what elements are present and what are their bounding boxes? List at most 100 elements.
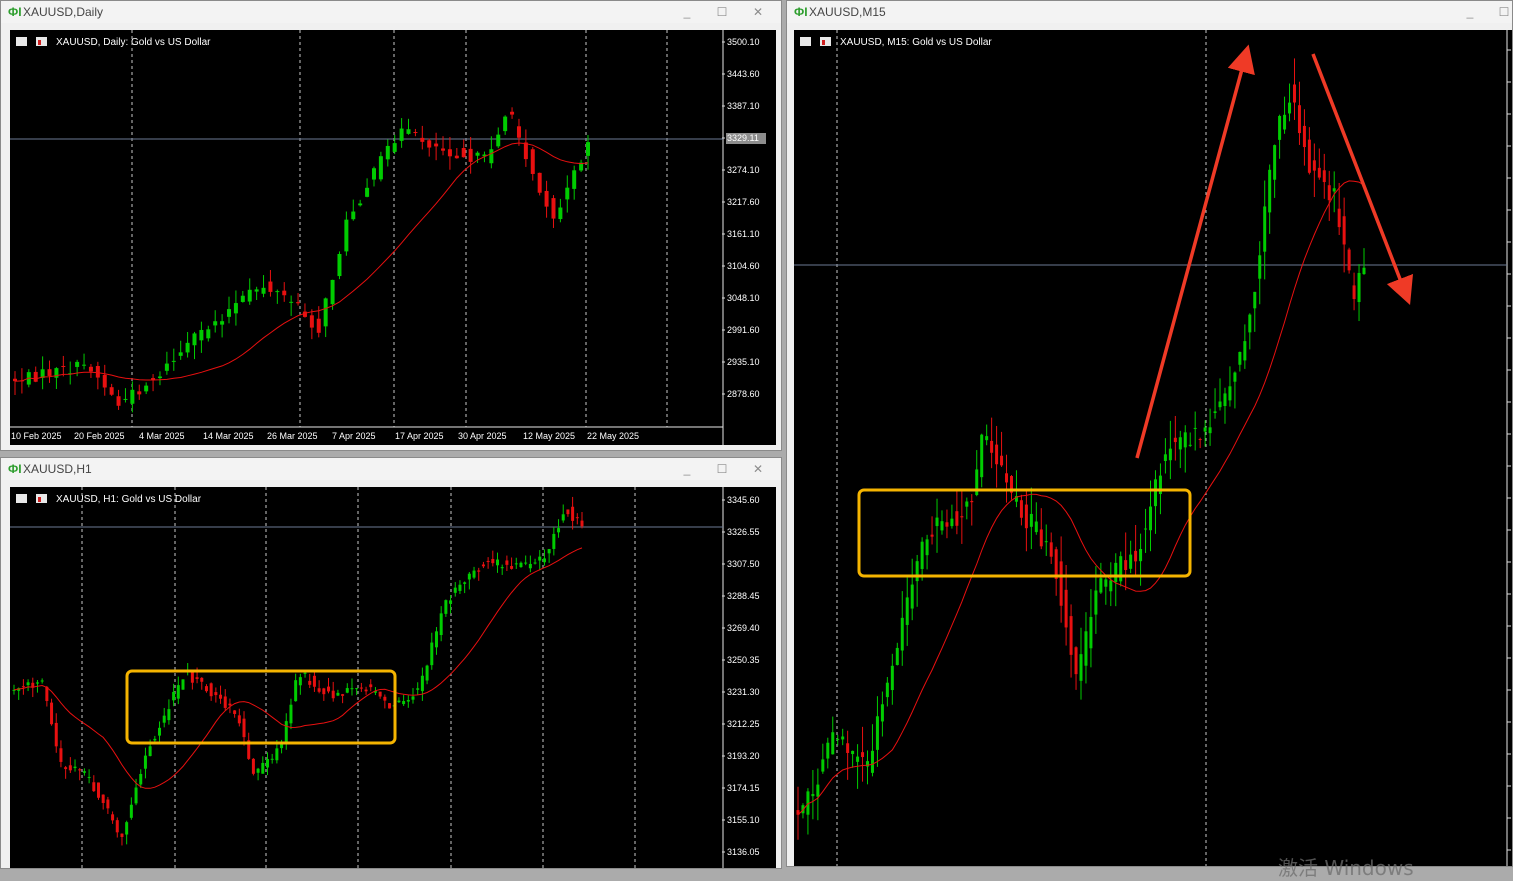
candle-body bbox=[1312, 160, 1316, 171]
candle-body bbox=[358, 203, 363, 206]
h1-chart[interactable]: XAUUSD, H1: Gold vs US Dollar 3345.60 3326… bbox=[10, 487, 776, 868]
candle-body bbox=[345, 688, 349, 693]
candle-body bbox=[130, 389, 135, 404]
candle-body bbox=[181, 679, 185, 690]
candle-body bbox=[413, 132, 418, 134]
candle-body bbox=[1223, 393, 1227, 407]
candle-body bbox=[350, 688, 354, 690]
daily-chart[interactable]: XAUUSD, Daily: Gold vs US Dollar 3500.10 3… bbox=[10, 30, 776, 445]
candle-body bbox=[496, 134, 501, 147]
candle-body bbox=[1327, 185, 1331, 201]
m15-titlebar[interactable]: ФІ XAUUSD,M15 _ ☐ bbox=[787, 1, 1512, 23]
candle-body bbox=[434, 143, 439, 147]
candle-body bbox=[1258, 255, 1262, 279]
candle-body bbox=[846, 743, 850, 753]
candle-body bbox=[565, 187, 570, 200]
candle-body bbox=[475, 152, 480, 156]
candle-body bbox=[1024, 504, 1028, 529]
daily-titlebar[interactable]: ФІ XAUUSD,Daily _ ☐ ✕ bbox=[1, 1, 781, 23]
candle-body bbox=[505, 560, 509, 565]
candle-body bbox=[251, 758, 255, 774]
candlestick-icon: ФІ bbox=[8, 462, 22, 476]
m15-title: XAUUSD,M15 bbox=[809, 5, 886, 19]
candle-body bbox=[1357, 272, 1361, 303]
candle-body bbox=[1352, 285, 1356, 300]
candle-body bbox=[294, 680, 298, 702]
candle-body bbox=[489, 149, 494, 164]
candle-body bbox=[54, 722, 58, 747]
candle-body bbox=[242, 718, 246, 738]
candle-body bbox=[399, 128, 404, 141]
candle-body bbox=[162, 715, 166, 723]
candle-body bbox=[467, 573, 471, 580]
candle-body bbox=[228, 703, 232, 706]
m15-chart[interactable]: XAUUSD, M15: Gold vs US Dollar bbox=[794, 30, 1512, 866]
candle-body bbox=[385, 145, 390, 160]
candle-body bbox=[524, 562, 528, 564]
candle-body bbox=[1049, 542, 1053, 557]
candle-body bbox=[327, 686, 331, 692]
candle-body bbox=[444, 600, 448, 614]
price-axis-label: 3288.45 bbox=[727, 591, 760, 601]
candle-body bbox=[323, 298, 328, 327]
candle-body bbox=[134, 787, 138, 804]
candle-body bbox=[500, 567, 504, 569]
date-axis-label: 4 Mar 2025 bbox=[139, 431, 185, 441]
candle-body bbox=[960, 516, 964, 518]
h1-titlebar[interactable]: ФІ XAUUSD,H1 _ ☐ ✕ bbox=[1, 458, 781, 480]
candle-body bbox=[139, 773, 143, 785]
candle-body bbox=[364, 689, 368, 692]
candle-body bbox=[143, 755, 147, 769]
candlestick-icon: ФІ bbox=[794, 5, 808, 19]
candle-body bbox=[1218, 401, 1222, 408]
candle-body bbox=[1139, 549, 1143, 562]
h1-chart-window: ФІ XAUUSD,H1 _ ☐ ✕ XAUUSD, H1: Gold vs U… bbox=[0, 457, 782, 869]
candle-body bbox=[516, 126, 521, 138]
candle-body bbox=[1005, 473, 1009, 483]
candle-body bbox=[316, 318, 321, 333]
candle-body bbox=[1153, 479, 1157, 507]
candle-body bbox=[289, 301, 294, 303]
price-axis-label: 2991.60 bbox=[727, 325, 760, 335]
candle-body bbox=[880, 704, 884, 722]
candle-body bbox=[322, 688, 326, 695]
minimize-button[interactable]: _ bbox=[1461, 1, 1479, 23]
candle-body bbox=[1149, 506, 1153, 531]
price-axis-label: 3345.60 bbox=[727, 495, 760, 505]
candle-body bbox=[265, 759, 269, 768]
candle-body bbox=[580, 520, 584, 527]
candle-body bbox=[1302, 125, 1306, 148]
candle-body bbox=[1332, 188, 1336, 192]
candle-body bbox=[1188, 444, 1192, 446]
candle-body bbox=[910, 584, 914, 609]
price-axis-label: 2935.10 bbox=[727, 357, 760, 367]
candle-body bbox=[1044, 541, 1048, 543]
candle-body bbox=[200, 677, 204, 682]
candle-body bbox=[50, 702, 54, 725]
price-axis-label: 3193.20 bbox=[727, 751, 760, 761]
price-axis-label: 3048.10 bbox=[727, 293, 760, 303]
chart-header: XAUUSD, M15: Gold vs US Dollar bbox=[840, 37, 992, 48]
candle-body bbox=[383, 696, 387, 701]
close-button[interactable]: ✕ bbox=[749, 458, 767, 480]
candle-body bbox=[275, 748, 279, 761]
candle-body bbox=[970, 501, 974, 503]
maximize-button[interactable]: ☐ bbox=[713, 1, 731, 23]
candle-body bbox=[115, 820, 119, 833]
candle-body bbox=[900, 617, 904, 651]
minimize-button[interactable]: _ bbox=[678, 458, 696, 480]
candle-body bbox=[129, 804, 133, 818]
minimize-button[interactable]: _ bbox=[678, 1, 696, 23]
candle-body bbox=[514, 563, 518, 565]
chart-icon bbox=[36, 37, 47, 46]
list-icon bbox=[16, 37, 27, 46]
price-axis-label: 3217.60 bbox=[727, 197, 760, 207]
chart-icon-bar bbox=[38, 497, 41, 502]
candle-body bbox=[816, 784, 820, 797]
price-axis-label: 3250.35 bbox=[727, 655, 760, 665]
candle-body bbox=[558, 207, 563, 220]
close-button[interactable]: ✕ bbox=[749, 1, 767, 23]
candle-body bbox=[1268, 169, 1272, 213]
maximize-button[interactable]: ☐ bbox=[1495, 1, 1512, 23]
maximize-button[interactable]: ☐ bbox=[713, 458, 731, 480]
